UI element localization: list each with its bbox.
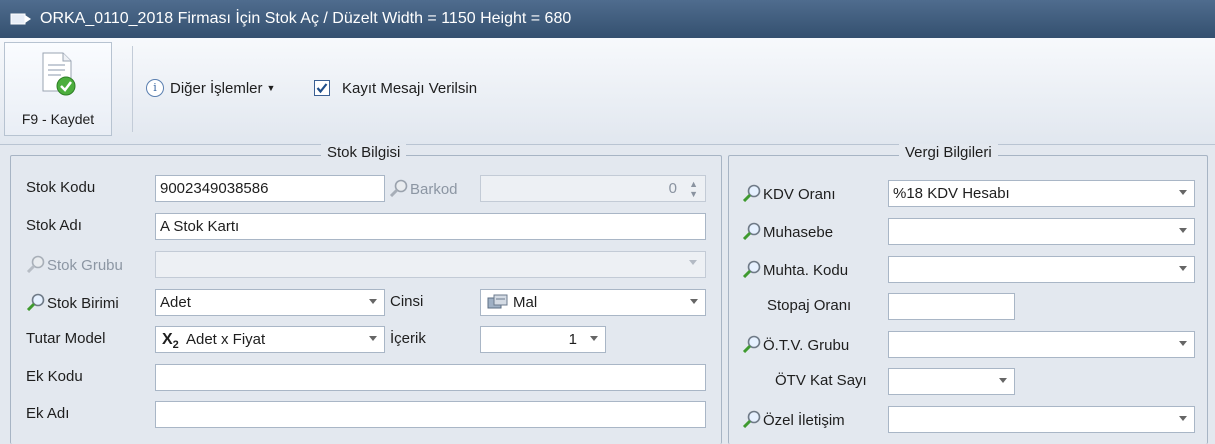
search-icon: [389, 179, 408, 197]
dropdown-arrow-icon: [1179, 190, 1187, 195]
stock-unit-label[interactable]: Stok Birimi: [26, 293, 119, 312]
tax-info-title: Vergi Bilgileri: [899, 144, 998, 161]
stock-group-dropdown: [155, 251, 706, 278]
dropdown-arrow-icon: [369, 299, 377, 304]
toolbar: F9 - Kaydet i Diğer İşlemler ▼ Kayıt Mes…: [0, 38, 1215, 145]
search-icon: [26, 293, 45, 311]
spin-updown-icon: ▲ ▼: [689, 179, 698, 199]
accounting-label-text: Muhasebe: [763, 224, 834, 241]
stock-name-label: Stok Adı: [26, 217, 82, 234]
subscript-x2-icon: X2: [162, 331, 179, 352]
barcode-spin-input: 0 ▲ ▼: [480, 175, 706, 202]
record-message-label: Kayıt Mesajı Verilsin: [342, 79, 478, 97]
save-button-label: F9 - Kaydet: [21, 111, 95, 127]
dropdown-arrow-icon: [690, 299, 698, 304]
kind-label: Cinsi: [390, 293, 424, 310]
stock-code-label: Stok Kodu: [26, 179, 96, 196]
other-operations-label: Diğer İşlemler: [170, 79, 263, 97]
stock-unit-label-text: Stok Birimi: [47, 295, 119, 312]
app-icon: [10, 13, 31, 25]
save-document-icon: [42, 52, 76, 96]
caret-down-icon: ▼: [266, 83, 276, 93]
dropdown-arrow-icon: [369, 336, 377, 341]
search-icon: [742, 260, 761, 278]
stock-name-input[interactable]: A Stok Kartı: [155, 213, 706, 240]
content-dropdown[interactable]: 1: [480, 326, 606, 353]
toolbar-separator: [132, 46, 133, 132]
extra-name-input[interactable]: [155, 401, 706, 428]
dropdown-arrow-icon: [1179, 416, 1187, 421]
search-icon: [26, 255, 45, 273]
dropdown-arrow-icon: [1179, 341, 1187, 346]
acc-code-dropdown[interactable]: [888, 256, 1195, 283]
dropdown-arrow-icon: [689, 260, 697, 265]
dropdown-arrow-icon: [590, 336, 598, 341]
search-icon: [742, 410, 761, 428]
kdv-value: %18 KDV Hesabı: [893, 185, 1010, 202]
window-title: ORKA_0110_2018 Firması İçin Stok Aç / Dü…: [40, 10, 572, 27]
kdv-dropdown[interactable]: %18 KDV Hesabı: [888, 180, 1195, 207]
dropdown-arrow-icon: [1179, 228, 1187, 233]
record-message-option: Kayıt Mesajı Verilsin: [314, 78, 477, 98]
other-operations-menu[interactable]: i Diğer İşlemler ▼: [146, 76, 275, 100]
amount-model-value: Adet x Fiyat: [185, 331, 266, 348]
otv-factor-label: ÖTV Kat Sayı: [775, 372, 867, 389]
otv-group-dropdown[interactable]: [888, 331, 1195, 358]
dropdown-arrow-icon: [1179, 266, 1187, 271]
stopaj-label: Stopaj Oranı: [767, 297, 852, 314]
otv-factor-dropdown[interactable]: [888, 368, 1015, 395]
kdv-label-text: KDV Oranı: [763, 186, 836, 203]
extra-code-label: Ek Kodu: [26, 368, 83, 385]
kind-dropdown[interactable]: Mal: [480, 289, 706, 316]
barcode-label-text: Barkod: [410, 181, 458, 198]
accounting-label[interactable]: Muhasebe: [742, 222, 833, 241]
barcode-label[interactable]: Barkod: [389, 179, 458, 198]
stock-info-title: Stok Bilgisi: [321, 144, 407, 161]
stock-code-input[interactable]: 9002349038586: [155, 175, 385, 202]
amount-model-label: Tutar Model: [26, 330, 106, 347]
kdv-label[interactable]: KDV Oranı: [742, 184, 836, 203]
stock-group-label[interactable]: Stok Grubu: [26, 255, 123, 274]
kind-value: Mal: [513, 294, 538, 311]
checkmark-icon: [316, 83, 328, 94]
search-icon: [742, 222, 761, 240]
content-value: 1: [568, 331, 577, 348]
barcode-value: 0: [668, 180, 677, 197]
extra-code-input[interactable]: [155, 364, 706, 391]
stock-group-label-text: Stok Grubu: [47, 257, 123, 274]
special-comm-label-text: Özel İletişim: [763, 412, 845, 429]
acc-code-label[interactable]: Muhta. Kodu: [742, 260, 848, 279]
dropdown-arrow-icon: [999, 378, 1007, 383]
special-comm-dropdown[interactable]: [888, 406, 1195, 433]
stock-unit-value: Adet: [160, 294, 191, 311]
amount-model-dropdown[interactable]: X2 Adet x Fiyat: [155, 326, 385, 353]
record-message-checkbox[interactable]: [314, 80, 330, 96]
otv-group-label[interactable]: Ö.T.V. Grubu: [742, 335, 849, 354]
search-icon: [742, 335, 761, 353]
extra-name-label: Ek Adı: [26, 405, 70, 422]
special-comm-label[interactable]: Özel İletişim: [742, 410, 845, 429]
title-bar: ORKA_0110_2018 Firması İçin Stok Aç / Dü…: [0, 0, 1215, 38]
stock-unit-dropdown[interactable]: Adet: [155, 289, 385, 316]
info-icon: i: [146, 79, 164, 97]
otv-group-label-text: Ö.T.V. Grubu: [763, 337, 850, 354]
goods-icon: [487, 294, 508, 309]
acc-code-label-text: Muhta. Kodu: [763, 262, 849, 279]
content-label: İçerik: [390, 330, 426, 347]
save-button[interactable]: F9 - Kaydet: [4, 42, 112, 136]
search-icon: [742, 184, 761, 202]
accounting-dropdown[interactable]: [888, 218, 1195, 245]
stopaj-input[interactable]: [888, 293, 1015, 320]
